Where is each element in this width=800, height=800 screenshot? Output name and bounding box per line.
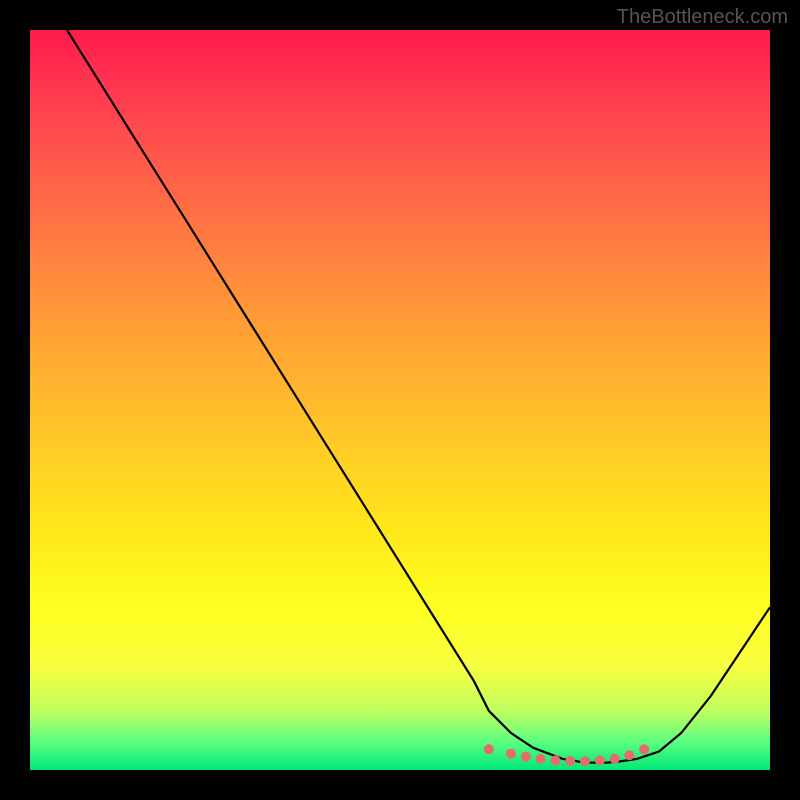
watermark-text: TheBottleneck.com: [617, 6, 788, 29]
plot-area: [30, 30, 770, 770]
marker-dot: [506, 749, 516, 759]
chart-container: TheBottleneck.com: [0, 0, 800, 800]
marker-dot: [580, 756, 590, 766]
marker-dot: [595, 755, 605, 765]
marker-dot: [624, 750, 634, 760]
marker-dot: [610, 754, 620, 764]
curve-svg: [30, 30, 770, 770]
marker-dot: [521, 752, 531, 762]
marker-dot: [536, 754, 546, 764]
marker-dot: [484, 744, 494, 754]
optimal-range-markers: [484, 744, 649, 766]
marker-dot: [639, 744, 649, 754]
bottleneck-curve: [67, 30, 770, 763]
marker-dot: [565, 756, 575, 766]
marker-dot: [550, 755, 560, 765]
